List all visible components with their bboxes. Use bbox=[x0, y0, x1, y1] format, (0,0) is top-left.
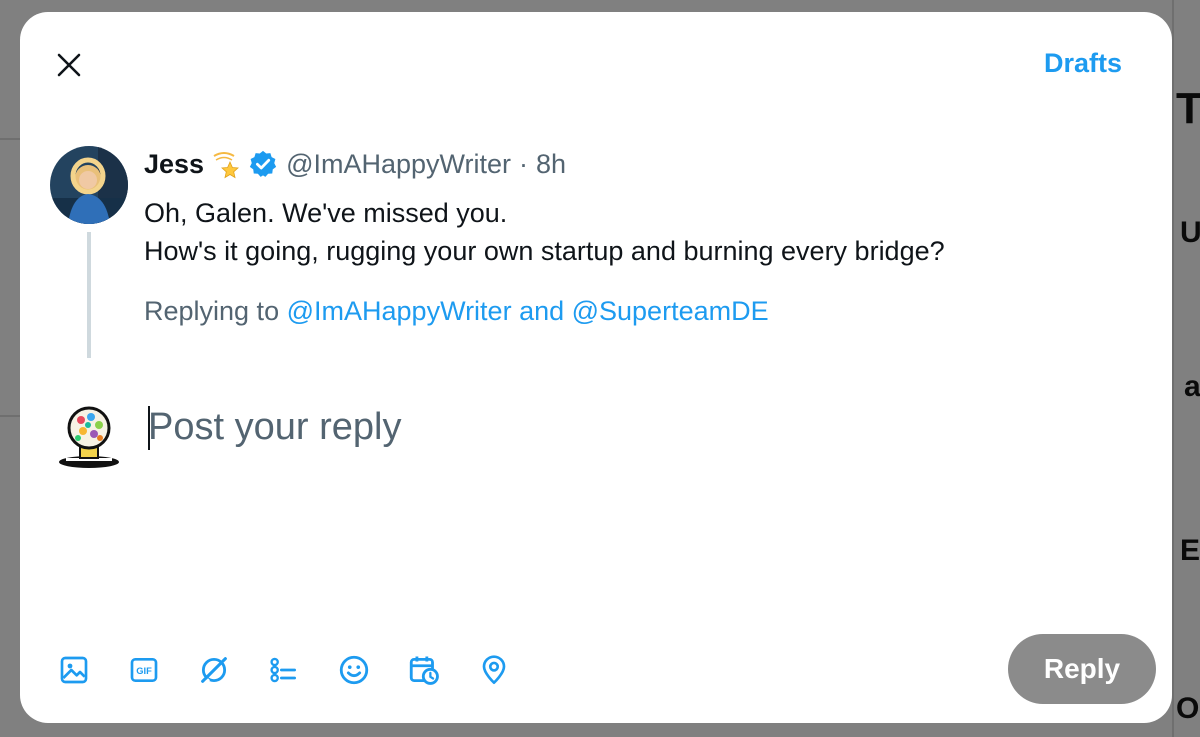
emoji-button[interactable] bbox=[334, 650, 374, 690]
reply-modal: Drafts Jess @ImAHappyWriter · 8h Oh, Gal… bbox=[20, 12, 1172, 723]
background-text: U bbox=[1180, 216, 1200, 249]
replying-to-prefix: Replying to bbox=[144, 296, 280, 326]
gif-label: GIF bbox=[136, 666, 152, 676]
location-icon bbox=[482, 655, 506, 684]
background-divider bbox=[0, 138, 20, 140]
schedule-button[interactable] bbox=[404, 650, 444, 690]
poll-button[interactable] bbox=[264, 650, 304, 690]
shooting-star-emoji-icon bbox=[210, 148, 242, 180]
drafts-button[interactable]: Drafts bbox=[1044, 48, 1122, 79]
media-button[interactable] bbox=[54, 650, 94, 690]
header-separator: · bbox=[519, 148, 529, 179]
author-name[interactable]: Jess bbox=[144, 149, 204, 180]
schedule-icon bbox=[409, 656, 439, 685]
background-text: E bbox=[1180, 534, 1200, 567]
replying-to: Replying to @ImAHappyWriter and @Superte… bbox=[144, 296, 769, 327]
verified-badge-icon bbox=[248, 149, 278, 179]
gif-icon: GIF bbox=[130, 658, 158, 682]
background-divider bbox=[0, 415, 20, 417]
reply-button[interactable]: Reply bbox=[1008, 634, 1156, 704]
background-text: O bbox=[1176, 692, 1200, 725]
emoji-icon bbox=[339, 655, 369, 685]
grok-button[interactable] bbox=[194, 650, 234, 690]
close-icon bbox=[57, 53, 81, 77]
reply-input[interactable] bbox=[148, 402, 1008, 452]
author-avatar[interactable] bbox=[50, 146, 128, 224]
replying-to-mentions[interactable]: @ImAHappyWriter and @SuperteamDE bbox=[287, 296, 769, 326]
poll-icon bbox=[270, 657, 296, 683]
close-button[interactable] bbox=[50, 46, 88, 84]
image-icon bbox=[60, 656, 88, 684]
composer-toolbar: GIF bbox=[54, 648, 544, 692]
author-handle[interactable]: @ImAHappyWriter bbox=[286, 149, 511, 180]
background-text: T bbox=[1176, 84, 1200, 133]
post-text: Oh, Galen. We've missed you. How's it go… bbox=[144, 194, 945, 270]
grok-icon bbox=[201, 657, 227, 684]
background-text: a bbox=[1184, 370, 1200, 403]
post-text-line: How's it going, rugging your own startup… bbox=[144, 236, 945, 266]
background-divider bbox=[1172, 0, 1174, 737]
location-button[interactable] bbox=[474, 650, 514, 690]
post-header: Jess @ImAHappyWriter · 8h bbox=[144, 146, 566, 182]
post-timestamp[interactable]: 8h bbox=[536, 149, 566, 180]
user-avatar[interactable] bbox=[50, 398, 128, 476]
gif-button[interactable]: GIF bbox=[124, 650, 164, 690]
post-text-line: Oh, Galen. We've missed you. bbox=[144, 198, 508, 228]
thread-connector bbox=[87, 232, 91, 358]
